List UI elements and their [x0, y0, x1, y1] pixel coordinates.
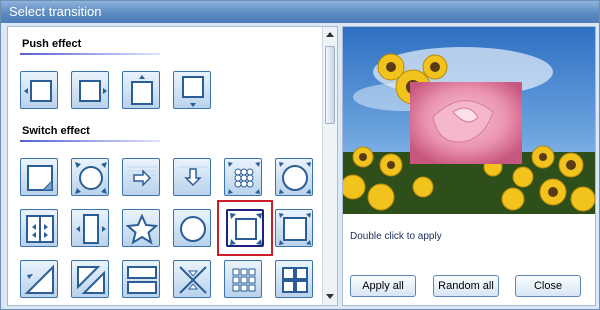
circle-tile[interactable]	[173, 209, 211, 247]
preview-panel: Double click to apply Apply all Random a…	[342, 26, 596, 306]
box-zoom-icon	[230, 213, 262, 245]
box-zoom-tile[interactable]	[226, 209, 264, 247]
scroll-up-arrow-icon[interactable]	[326, 32, 334, 37]
diagonal-wipe-icon	[24, 264, 54, 294]
box-open-tile[interactable]	[275, 209, 313, 247]
page-peel-tile[interactable]	[20, 158, 58, 196]
preview-image[interactable]	[343, 27, 595, 214]
dots-grid-tile[interactable]	[224, 158, 262, 196]
push-down-icon	[182, 76, 204, 107]
window-title: Select transition	[1, 1, 599, 23]
apply-all-button[interactable]: Apply all	[350, 275, 416, 297]
split-vertical-icon	[76, 214, 106, 244]
close-button[interactable]: Close	[515, 275, 581, 297]
grid-squares-tile[interactable]	[224, 260, 262, 298]
page-peel-icon	[27, 165, 53, 191]
push-left-tile[interactable]	[20, 71, 58, 109]
grid-squares-icon	[232, 268, 256, 292]
apply-hint: Double click to apply	[350, 231, 442, 242]
arrow-down-icon	[178, 166, 208, 190]
slide-blocks-tile[interactable]	[122, 260, 160, 298]
diagonal-split-tile[interactable]	[71, 260, 109, 298]
cross-corners-tile[interactable]	[173, 260, 211, 298]
arrow-right-tile[interactable]	[122, 158, 160, 196]
heading-underline	[20, 140, 160, 142]
split-horizontal-tile[interactable]	[20, 209, 58, 247]
transition-dialog: Select transition Push effect Switch eff…	[0, 0, 600, 310]
selected-effect-frame[interactable]	[217, 200, 273, 256]
diagonal-split-icon	[77, 266, 105, 294]
circle-open-icon	[279, 162, 311, 194]
split-vertical-tile[interactable]	[71, 209, 109, 247]
push-up-tile[interactable]	[122, 71, 160, 109]
switch-effect-heading: Switch effect	[20, 125, 160, 142]
four-squares-icon	[282, 267, 308, 293]
random-all-button[interactable]: Random all	[433, 275, 499, 297]
circle-open-tile[interactable]	[275, 158, 313, 196]
effects-panel: Push effect Switch effect	[7, 26, 338, 306]
scroll-down-arrow-icon[interactable]	[326, 294, 334, 299]
slide-blocks-icon	[127, 266, 157, 294]
push-effect-heading: Push effect	[20, 38, 160, 55]
push-down-tile[interactable]	[173, 71, 211, 109]
push-right-icon	[79, 80, 107, 102]
push-up-icon	[131, 75, 153, 105]
push-right-tile[interactable]	[71, 71, 109, 109]
box-open-icon	[279, 213, 311, 245]
circle-expand-tile[interactable]	[71, 158, 109, 196]
cross-corners-icon	[179, 266, 207, 294]
scroll-thumb[interactable]	[325, 46, 335, 124]
circle-icon	[180, 216, 206, 242]
split-horizontal-icon	[26, 215, 54, 243]
vertical-scrollbar[interactable]	[322, 27, 337, 305]
dots-grid-icon	[228, 162, 260, 194]
heading-underline	[20, 53, 160, 55]
arrow-down-tile[interactable]	[173, 158, 211, 196]
arrow-right-icon	[127, 166, 157, 190]
four-squares-tile[interactable]	[275, 260, 313, 298]
push-left-icon	[24, 80, 52, 102]
circle-expand-icon	[75, 162, 107, 194]
diagonal-wipe-tile[interactable]	[20, 260, 58, 298]
sunflower-rose-preview	[343, 27, 595, 214]
star-icon	[125, 213, 159, 245]
star-tile[interactable]	[122, 209, 160, 247]
